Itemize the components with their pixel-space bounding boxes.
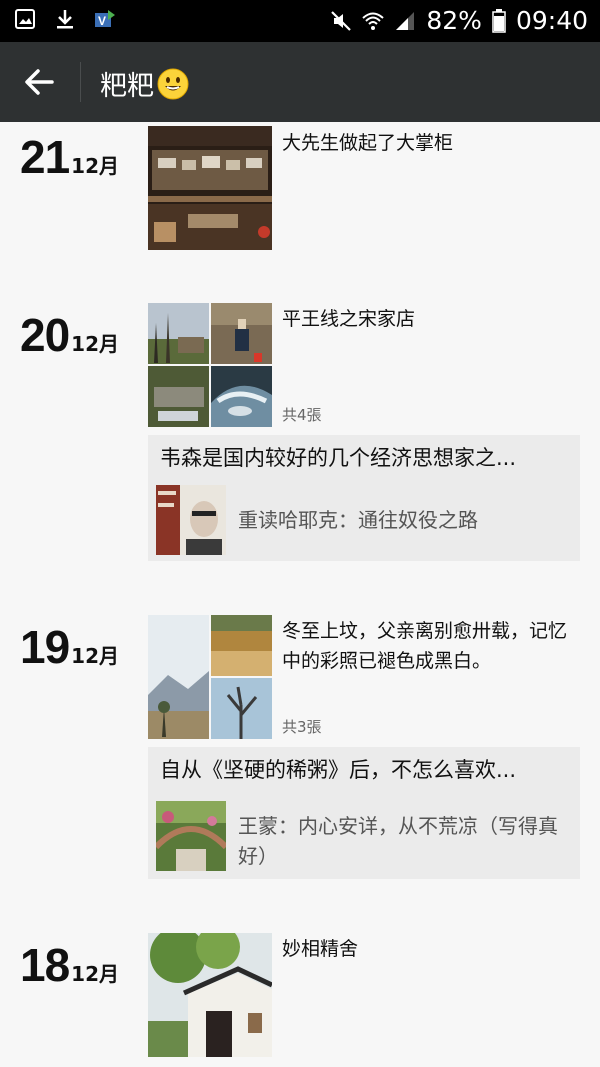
gallery-icon <box>15 9 35 29</box>
post-photo[interactable] <box>148 933 272 1057</box>
battery-percent: 82% <box>426 6 482 35</box>
post-photo-grid[interactable] <box>148 615 272 739</box>
post-day: 20 <box>20 309 70 361</box>
photo-count: 共4張 <box>282 406 322 424</box>
post-date: 21 12月 <box>20 130 119 184</box>
post-day: 18 <box>20 939 70 991</box>
app-bar-divider <box>80 62 81 102</box>
shared-article-comment: 自从《坚硬的稀粥》后，不怎么喜欢... <box>160 758 517 782</box>
post-text: 平王线之宋家店 <box>282 308 416 330</box>
post-date: 20 12月 <box>20 308 119 362</box>
download-icon <box>57 10 73 29</box>
status-bar: V 82% 09:40 <box>0 0 600 42</box>
post-day: 19 <box>20 621 70 673</box>
post-month: 12月 <box>71 644 120 668</box>
post-day: 21 <box>20 131 70 183</box>
clock: 09:40 <box>515 6 588 35</box>
battery-icon <box>492 9 506 33</box>
post-photo-grid[interactable] <box>148 303 272 427</box>
post-month: 12月 <box>71 332 120 356</box>
post-month: 12月 <box>71 962 120 986</box>
svg-text:V: V <box>98 14 106 28</box>
wifi-icon <box>362 12 385 30</box>
post-month: 12月 <box>71 154 120 178</box>
app-v-icon: V <box>95 10 115 28</box>
shared-article-comment: 韦森是国内较好的几个经济思想家之... <box>160 446 517 470</box>
photo-count: 共3張 <box>282 718 322 736</box>
post-text: 妙相精舍 <box>282 938 359 960</box>
shared-article-title: 王蒙：内心安详，从不荒凉（写得真好） <box>238 814 558 868</box>
mute-icon <box>331 11 352 31</box>
moments-feed[interactable]: 21 12月 大先生做起了大掌柜 20 12月 平王线之宋家店 共4張 韦森是国… <box>0 122 600 1067</box>
shared-article-thumbnail <box>156 801 226 871</box>
shared-article-thumbnail <box>156 485 226 555</box>
post-text: 冬至上坟，父亲离别愈卅载，记忆中的彩照已褪色成黑白。 <box>282 620 568 672</box>
smiley-face-icon <box>157 68 189 99</box>
shared-article-card[interactable]: 韦森是国内较好的几个经济思想家之... 重读哈耶克：通往奴役之路 <box>148 435 580 561</box>
shared-article-card[interactable]: 自从《坚硬的稀粥》后，不怎么喜欢... 王蒙：内心安详，从不荒凉（写得真好） <box>148 747 580 879</box>
post-date: 18 12月 <box>20 938 119 992</box>
post-text: 大先生做起了大掌柜 <box>282 132 454 154</box>
page-title-text: 粑粑 <box>100 71 154 102</box>
shared-article-title: 重读哈耶克：通往奴役之路 <box>238 508 478 532</box>
app-bar: 粑粑 <box>0 42 600 122</box>
back-arrow-icon[interactable] <box>16 58 64 106</box>
page-title: 粑粑 <box>100 64 190 103</box>
post-photo[interactable] <box>148 126 272 250</box>
post-date: 19 12月 <box>20 620 119 674</box>
signal-icon <box>396 12 415 30</box>
